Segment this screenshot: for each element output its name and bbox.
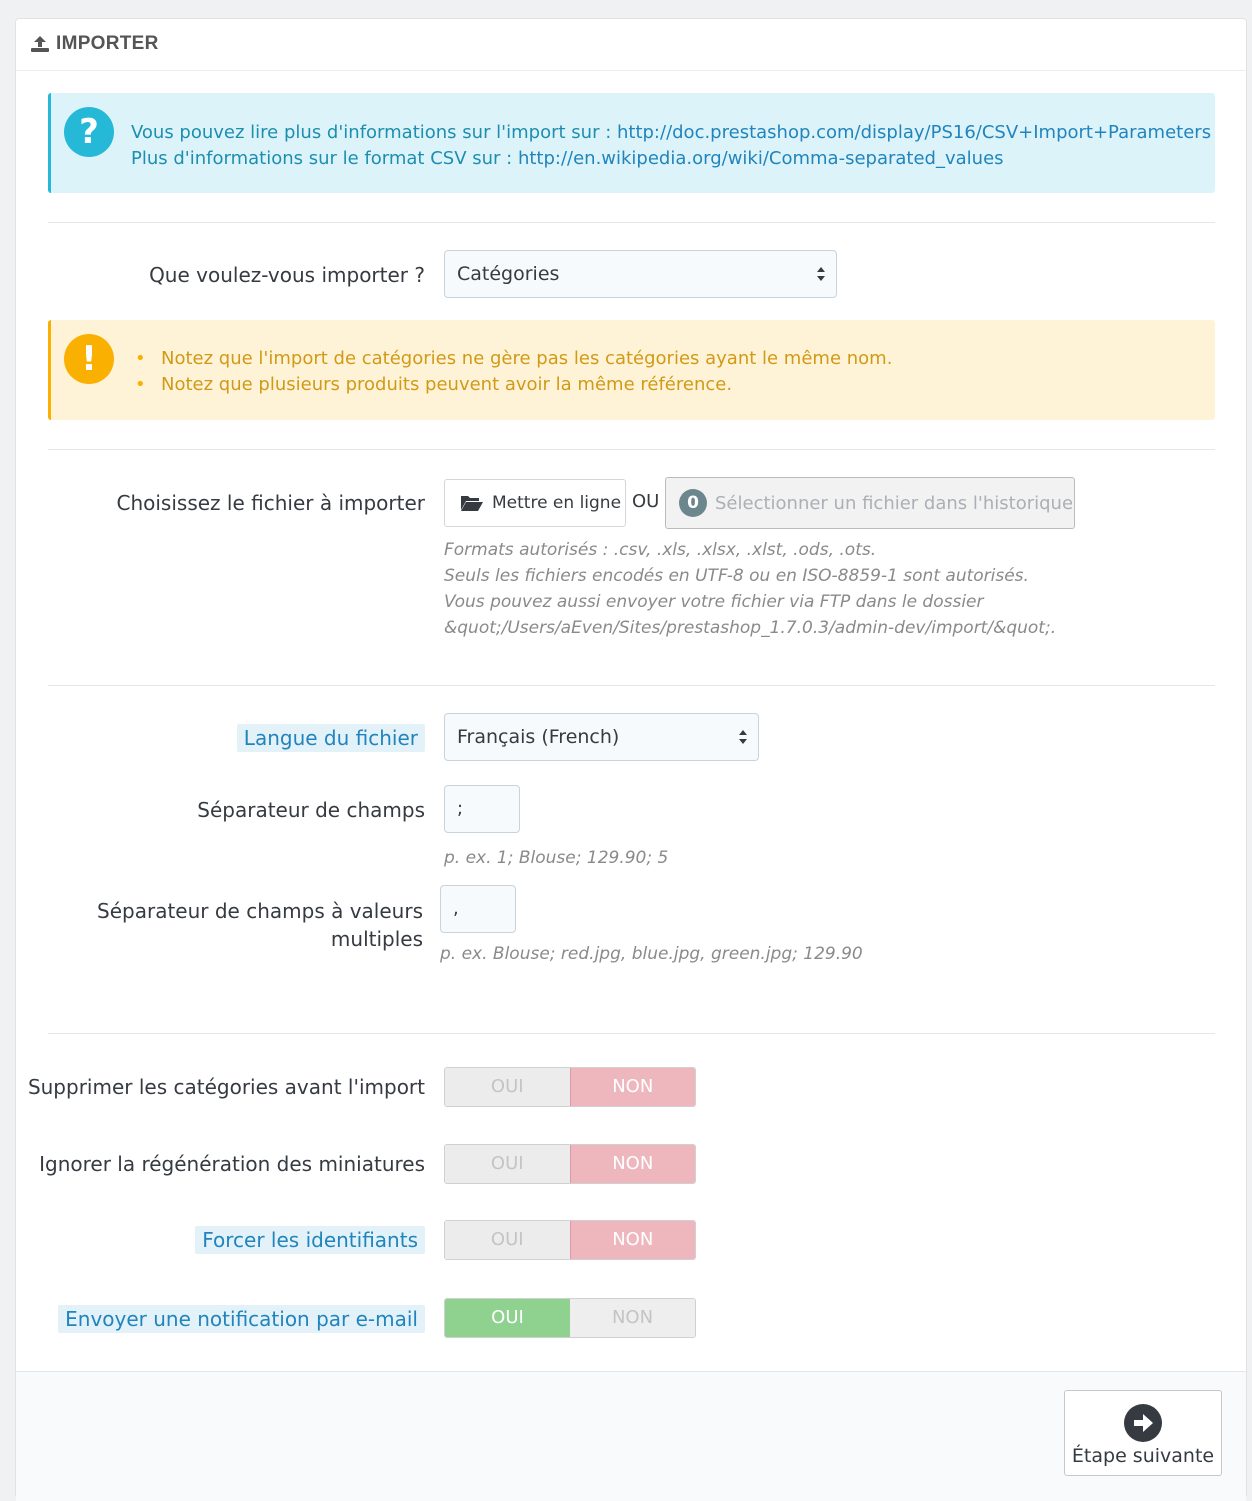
question-icon: ? [64,107,114,157]
panel-title: IMPORTER [30,33,159,55]
file-help-line: Vous pouvez aussi envoyer votre fichier … [444,592,984,612]
file-help: Formats autorisés : .csv, .xls, .xlsx, .… [444,537,1056,641]
email-notification-switch[interactable]: OUI NON [444,1298,696,1338]
switch-yes-option[interactable]: OUI [445,1145,570,1183]
skip-thumbnails-label: Ignorer la régénération des miniatures [39,1152,425,1176]
next-step-label: Étape suivante [1071,1445,1215,1467]
select-caret-icon [817,267,825,281]
doc-link[interactable]: http://doc.prestashop.com/display/PS16/C… [617,122,1211,143]
language-value: Français (French) [457,726,620,748]
upload-button[interactable]: Mettre en ligne [444,479,626,527]
import-type-value: Catégories [457,263,560,285]
history-count-badge: 0 [679,489,707,517]
info-line1-text: Vous pouvez lire plus d'informations sur… [131,122,617,143]
file-help-line: &quot;/Users/aEven/Sites/prestashop_1.7.… [444,618,1057,638]
file-help-line: Seuls les fichiers encodés en UTF-8 ou e… [444,566,1029,586]
multi-separator-label: Séparateur de champs à valeurs multiples [97,897,423,953]
file-label: Choisissez le fichier à importer [116,491,425,515]
switch-no-option[interactable]: NON [569,1221,695,1259]
switch-no-option[interactable]: NON [569,1145,695,1183]
force-ids-label: Forcer les identifiants [195,1226,425,1254]
divider [48,222,1215,223]
panel-footer: Étape suivante [16,1371,1246,1501]
panel-title-text: IMPORTER [56,33,159,54]
info-text: Vous pouvez lire plus d'informations sur… [131,120,1211,172]
info-alert: ? Vous pouvez lire plus d'informations s… [48,93,1215,193]
multi-separator-value: , [453,898,459,919]
divider [48,685,1215,686]
warning-item: Notez que plusieurs produits peuvent avo… [135,372,892,398]
wikipedia-link[interactable]: http://en.wikipedia.org/wiki/Comma-separ… [518,148,1004,169]
switch-yes-option[interactable]: OUI [445,1299,570,1337]
switch-no-option[interactable]: NON [569,1068,695,1106]
folder-open-icon [461,496,483,511]
switch-yes-option[interactable]: OUI [445,1221,570,1259]
divider [48,1033,1215,1034]
or-text: OU [632,491,660,512]
email-notification-label: Envoyer une notification par e-mail [58,1305,425,1333]
skip-thumbnails-switch[interactable]: OUI NON [444,1144,696,1184]
field-separator-label: Séparateur de champs [197,798,425,822]
upload-button-label: Mettre en ligne [492,493,622,513]
language-select[interactable]: Français (French) [444,713,759,761]
field-separator-value: ; [457,798,464,819]
next-step-button[interactable]: Étape suivante [1064,1390,1222,1476]
upload-icon [31,36,49,52]
info-line2-text: Plus d'informations sur le format CSV su… [131,148,518,169]
delete-categories-label: Supprimer les catégories avant l'import [27,1075,425,1099]
delete-categories-switch[interactable]: OUI NON [444,1067,696,1107]
history-button[interactable]: 0 Sélectionner un fichier dans l'histori… [665,477,1075,529]
arrow-right-circle-icon [1124,1404,1162,1442]
field-separator-help: p. ex. 1; Blouse; 129.90; 5 [444,848,669,868]
exclamation-icon: ! [64,334,114,384]
panel-heading: IMPORTER [16,19,1246,71]
force-ids-switch[interactable]: OUI NON [444,1220,696,1260]
import-type-select[interactable]: Catégories [444,250,837,298]
field-separator-input[interactable]: ; [444,785,520,833]
divider [48,449,1215,450]
import-panel: IMPORTER ? Vous pouvez lire plus d'infor… [15,18,1247,1501]
file-help-line: Formats autorisés : .csv, .xls, .xlsx, .… [444,540,877,560]
multi-separator-label-line: multiples [330,927,423,951]
warning-item: Notez que l'import de catégories ne gère… [135,346,892,372]
multi-separator-label-line: Séparateur de champs à valeurs [97,899,423,923]
switch-yes-option[interactable]: OUI [445,1068,570,1106]
warning-alert: ! Notez que l'import de catégories ne gè… [48,320,1215,420]
multi-separator-input[interactable]: , [440,885,516,933]
switch-no-option[interactable]: NON [570,1299,695,1337]
history-button-label: Sélectionner un fichier dans l'historiqu… [715,492,1074,514]
import-type-label: Que voulez-vous importer ? [149,263,425,287]
select-caret-icon [739,730,747,744]
warning-list: Notez que l'import de catégories ne gère… [135,346,892,398]
multi-separator-help: p. ex. Blouse; red.jpg, blue.jpg, green.… [440,944,863,964]
language-label: Langue du fichier [236,724,425,752]
